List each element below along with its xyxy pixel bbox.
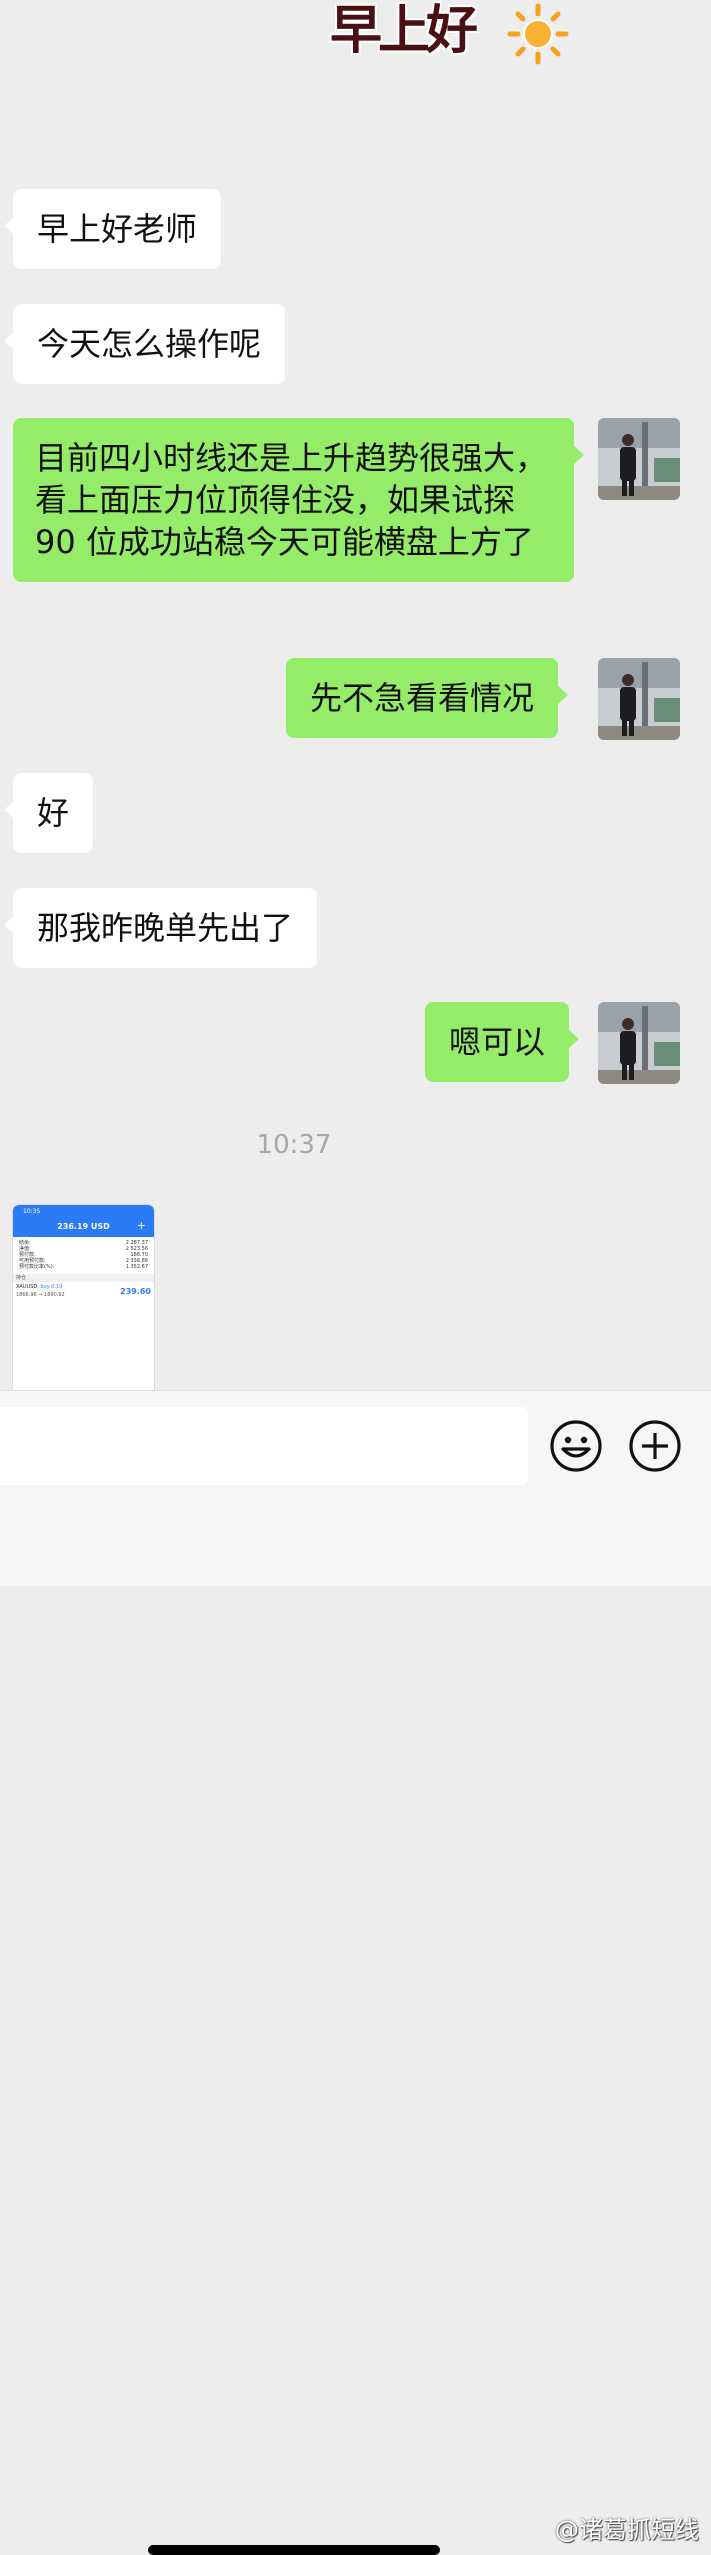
image-message-thumbnail[interactable]: 10:35 236.19 USD + 结余: 2 287.37 净值: 2 523.… <box>13 1205 154 1391</box>
position-profit: 239.60 <box>120 1287 151 1296</box>
message-input[interactable] <box>0 1407 528 1485</box>
thumbnail-section-title: 持仓 <box>13 1274 154 1282</box>
plus-icon: + <box>136 1219 146 1232</box>
avatar-photo <box>598 418 680 500</box>
sun-icon <box>507 3 569 65</box>
message-bubble-outgoing[interactable]: 先不急看看情况 <box>286 658 569 738</box>
position-side: buy 0.10 <box>40 1284 63 1290</box>
message-bubble-incoming[interactable]: 那我昨晚单先出了 <box>3 888 318 968</box>
message-bubble-outgoing[interactable]: 嗯可以 <box>425 1002 580 1082</box>
message-text: 早上好老师 <box>37 210 198 248</box>
message-bubble-incoming[interactable]: 早上好老师 <box>3 189 222 269</box>
avatar[interactable] <box>598 418 680 500</box>
avatar-photo <box>598 1002 680 1084</box>
message-text: 好 <box>37 794 70 832</box>
message-text: 那我昨晚单先出了 <box>37 909 294 947</box>
good-morning-sticker[interactable]: 早上好 <box>330 0 570 70</box>
chat-input-bar: @诸葛抓短线 <box>0 1390 711 2555</box>
message-timestamp: 10:37 <box>256 1130 332 1160</box>
message-text: 今天怎么操作呢 <box>37 325 262 363</box>
thumbnail-header: 10:35 236.19 USD + <box>13 1205 154 1237</box>
message-bubble-incoming[interactable]: 今天怎么操作呢 <box>3 304 286 384</box>
position-symbol: XAUUSD, <box>16 1284 39 1290</box>
emoji-icon[interactable] <box>549 1419 603 1473</box>
sticker-text: 早上好 <box>330 1 478 61</box>
thumbnail-position: XAUUSD, buy 0.10 1866.96 → 1890.92 239.6… <box>16 1284 151 1302</box>
thumbnail-balance: 236.19 USD <box>57 1222 110 1231</box>
thumbnail-status-time: 10:35 <box>23 1208 41 1215</box>
message-text: 嗯可以 <box>449 1023 546 1061</box>
message-text: 目前四小时线还是上升趋势很强大，看上面压力位顶得住没，如果试探 90 位成功站稳… <box>35 439 548 561</box>
message-text: 先不急看看情况 <box>310 679 535 717</box>
avatar[interactable] <box>598 658 680 740</box>
avatar-photo <box>598 658 680 740</box>
home-indicator[interactable] <box>148 2545 440 2555</box>
message-bubble-incoming[interactable]: 好 <box>3 773 94 853</box>
thumbnail-row: 预付款比率(%): 1 352.67 <box>19 1264 148 1270</box>
avatar[interactable] <box>598 1002 680 1084</box>
plus-circle-icon[interactable] <box>628 1419 682 1473</box>
watermark: @诸葛抓短线 <box>555 2516 699 2544</box>
position-range: 1866.96 → 1890.92 <box>16 1292 65 1298</box>
message-bubble-outgoing[interactable]: 目前四小时线还是上升趋势很强大，看上面压力位顶得住没，如果试探 90 位成功站稳… <box>13 418 584 582</box>
